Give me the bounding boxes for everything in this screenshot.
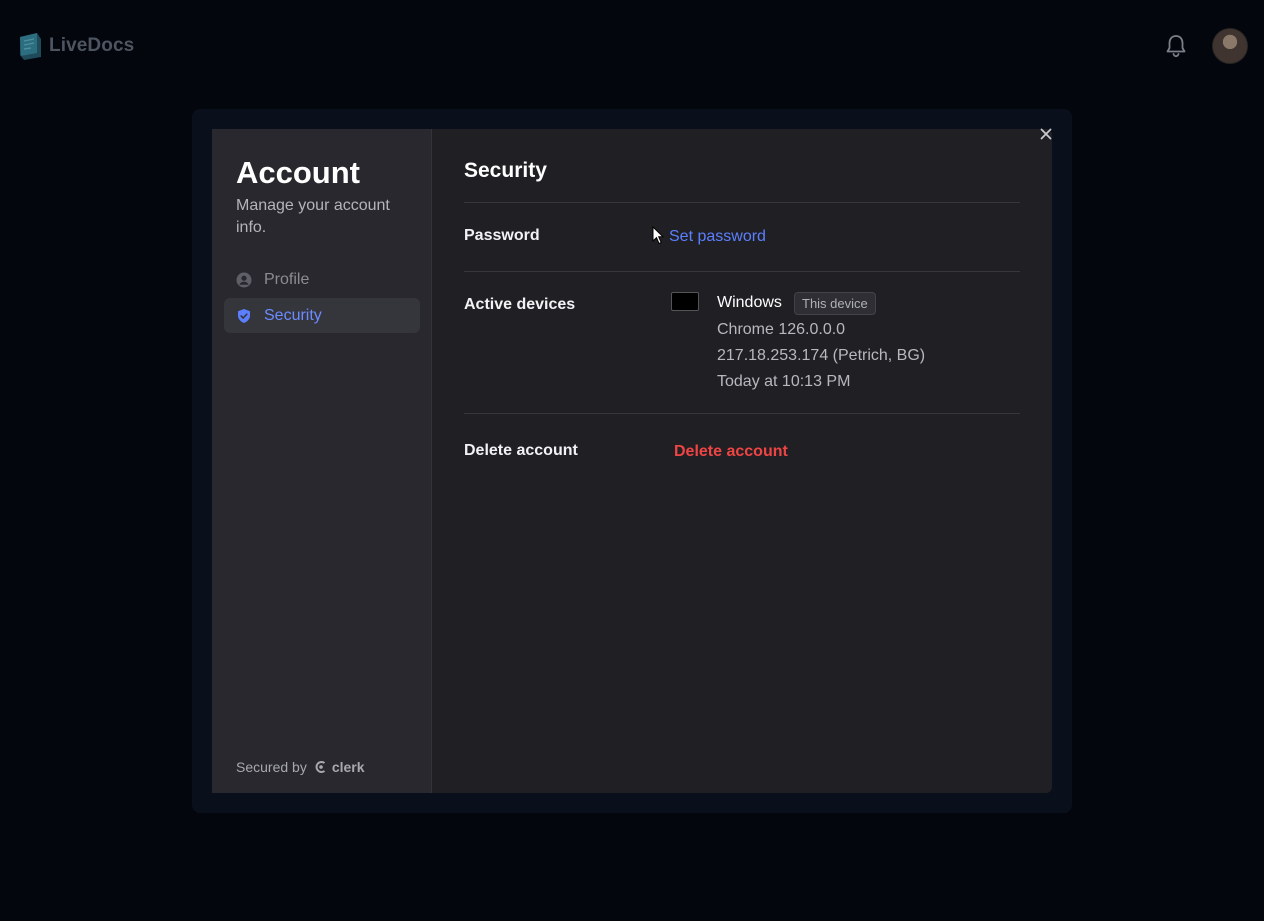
secured-prefix: Secured by [236, 759, 307, 775]
secured-by-clerk[interactable]: Secured by clerk [236, 759, 365, 775]
clerk-logo-icon [315, 761, 325, 773]
delete-account-button[interactable]: Delete account [674, 443, 788, 461]
device-os: Windows [717, 294, 782, 311]
account-modal: Account Manage your account info. Profil… [212, 129, 1052, 793]
sidebar-item-label: Security [264, 306, 322, 324]
sidebar-item-label: Profile [264, 270, 310, 288]
device-browser: Chrome 126.0.0.0 [717, 321, 846, 338]
clerk-wordmark: clerk [331, 759, 365, 775]
account-title: Account [236, 155, 360, 190]
livedocs-logo-icon [20, 33, 41, 60]
this-device-badge: This device [794, 292, 876, 315]
brand-link[interactable]: LiveDocs [17, 31, 134, 61]
bell-icon[interactable] [1164, 33, 1188, 59]
sidebar-item-profile[interactable]: Profile [224, 262, 420, 297]
top-bar: LiveDocs [0, 0, 1264, 92]
divider [464, 271, 1020, 272]
page-title: Security [464, 159, 547, 182]
device-ip: 217.18.253.174 (Petrich, BG) [717, 347, 926, 364]
divider [464, 202, 1020, 203]
page: LiveDocs Account Manage your account inf… [0, 0, 1264, 921]
password-label: Password [464, 227, 540, 244]
device-icon [671, 292, 699, 311]
close-icon[interactable] [1038, 126, 1054, 142]
brand-name: LiveDocs [49, 35, 135, 56]
set-password-link[interactable]: Set password [669, 228, 766, 246]
delete-account-label: Delete account [464, 442, 578, 459]
security-panel: Security Password Set password Active de… [432, 129, 1052, 793]
divider [464, 413, 1020, 414]
active-devices-label: Active devices [464, 296, 576, 313]
device-last-active: Today at 10:13 PM [717, 373, 851, 390]
account-sidebar: Account Manage your account info. Profil… [212, 129, 432, 793]
shield-icon [238, 308, 250, 323]
user-circle-icon [236, 272, 252, 287]
sidebar-item-security[interactable]: Security [224, 298, 420, 333]
user-avatar[interactable] [1212, 28, 1248, 64]
account-subtitle: Manage your account info. [236, 197, 390, 236]
mouse-cursor-icon [652, 226, 664, 245]
